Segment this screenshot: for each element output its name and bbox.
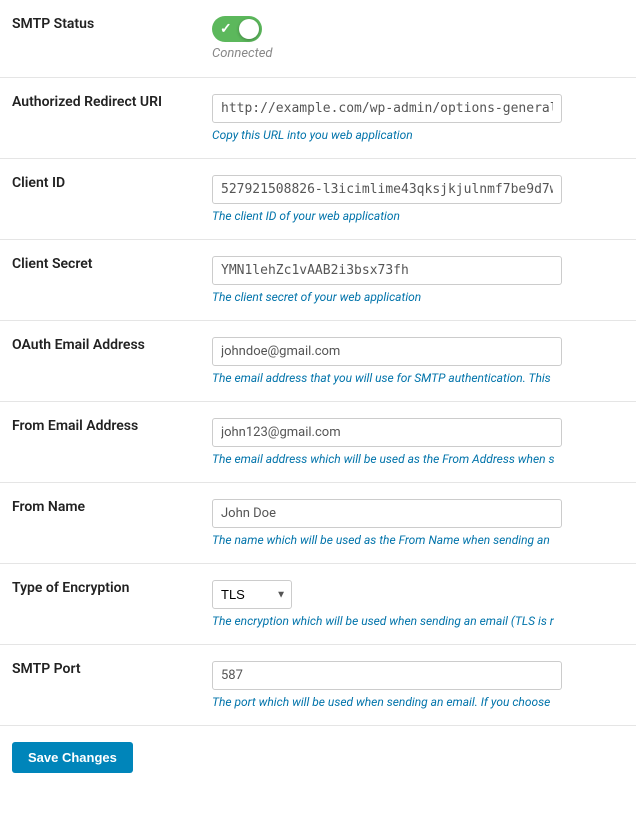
label-client-id: Client ID [0, 159, 200, 240]
label-authorized-redirect-uri: Authorized Redirect URI [0, 78, 200, 159]
smtp-status-text: Connected [212, 46, 273, 61]
settings-row-client-id: Client ID The client ID of your web appli… [0, 159, 636, 240]
field-smtp-port: The port which will be used when sending… [200, 645, 636, 726]
input-from-email[interactable] [212, 418, 562, 447]
label-from-name: From Name [0, 483, 200, 564]
helper-client-id: The client ID of your web application [212, 209, 612, 223]
input-client-id[interactable] [212, 175, 562, 204]
field-type-of-encryption: TLSSSLNone▼ The encryption which will be … [200, 564, 636, 645]
toggle-knob [239, 19, 259, 39]
label-type-of-encryption: Type of Encryption [0, 564, 200, 645]
settings-row-smtp-status: SMTP Status ✓ Connected [0, 0, 636, 78]
input-oauth-email[interactable] [212, 337, 562, 366]
helper-authorized-redirect-uri: Copy this URL into you web application [212, 128, 612, 142]
settings-row-from-name: From Name The name which will be used as … [0, 483, 636, 564]
input-authorized-redirect-uri [212, 94, 562, 123]
settings-row-type-of-encryption: Type of Encryption TLSSSLNone▼ The encrypt… [0, 564, 636, 645]
input-client-secret[interactable] [212, 256, 562, 285]
label-smtp-status: SMTP Status [0, 0, 200, 78]
smtp-status-toggle[interactable]: ✓ [212, 16, 262, 42]
label-oauth-email: OAuth Email Address [0, 321, 200, 402]
helper-smtp-port: The port which will be used when sending… [212, 695, 612, 709]
label-smtp-port: SMTP Port [0, 645, 200, 726]
select-wrapper-type-of-encryption: TLSSSLNone▼ [212, 580, 292, 609]
helper-oauth-email: The email address that you will use for … [212, 371, 612, 385]
helper-from-email: The email address which will be used as … [212, 452, 612, 466]
field-from-email: The email address which will be used as … [200, 402, 636, 483]
input-smtp-port[interactable] [212, 661, 562, 690]
settings-row-oauth-email: OAuth Email Address The email address tha… [0, 321, 636, 402]
label-client-secret: Client Secret [0, 240, 200, 321]
helper-client-secret: The client secret of your web applicatio… [212, 290, 612, 304]
field-smtp-status: ✓ Connected [200, 0, 636, 78]
label-from-email: From Email Address [0, 402, 200, 483]
select-type-of-encryption[interactable]: TLSSSLNone [212, 580, 292, 609]
settings-row-from-email: From Email Address The email address whic… [0, 402, 636, 483]
settings-table: SMTP Status ✓ Connected Authorized Redirect… [0, 0, 636, 726]
save-button-container: Save Changes [0, 726, 636, 789]
settings-row-client-secret: Client Secret The client secret of your w… [0, 240, 636, 321]
settings-row-authorized-redirect-uri: Authorized Redirect URI Copy this URL int… [0, 78, 636, 159]
helper-type-of-encryption: The encryption which will be used when s… [212, 614, 612, 628]
field-oauth-email: The email address that you will use for … [200, 321, 636, 402]
save-button[interactable]: Save Changes [12, 742, 133, 773]
toggle-check-icon: ✓ [220, 21, 232, 37]
helper-from-name: The name which will be used as the From … [212, 533, 612, 547]
field-client-secret: The client secret of your web applicatio… [200, 240, 636, 321]
settings-row-smtp-port: SMTP Port The port which will be used whe… [0, 645, 636, 726]
field-from-name: The name which will be used as the From … [200, 483, 636, 564]
input-from-name[interactable] [212, 499, 562, 528]
field-client-id: The client ID of your web application [200, 159, 636, 240]
field-authorized-redirect-uri: Copy this URL into you web application [200, 78, 636, 159]
